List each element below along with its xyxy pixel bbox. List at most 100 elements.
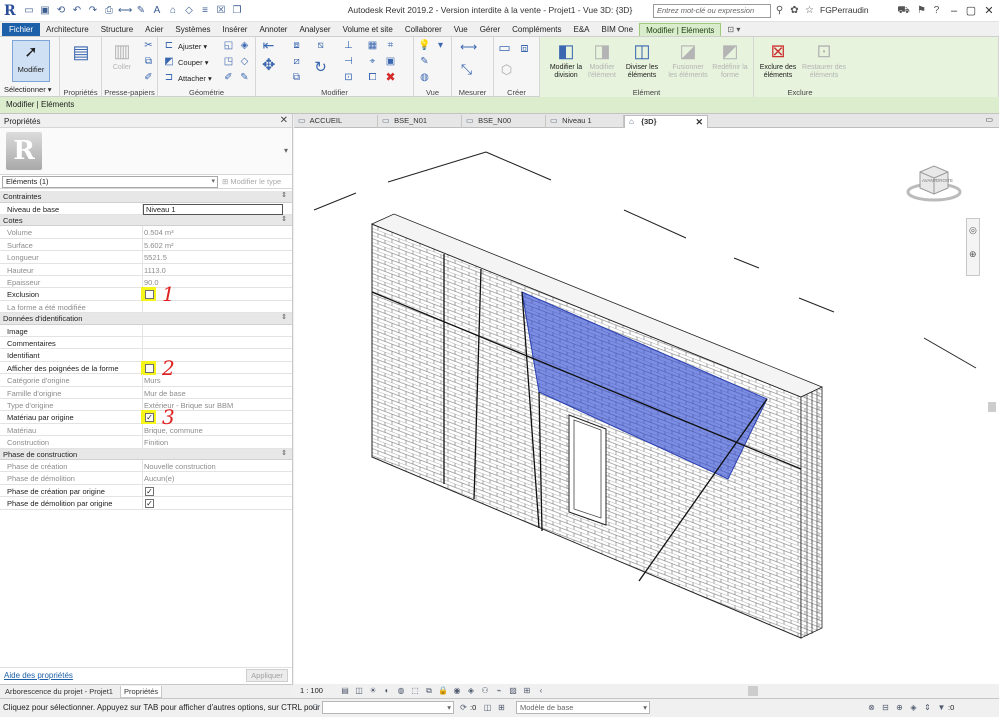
divide-elements-button[interactable]: ◫ Diviser les éléments bbox=[622, 40, 662, 80]
cut-icon[interactable]: ✂ bbox=[142, 39, 155, 52]
drag-icon[interactable]: ⇕ bbox=[922, 702, 933, 714]
select-dropdown[interactable]: Sélectionner ▾ bbox=[4, 85, 52, 94]
property-value-input[interactable]: Niveau 1 bbox=[143, 203, 283, 215]
paint-brush-icon[interactable]: ✎ bbox=[238, 71, 251, 84]
highlight-icon[interactable]: ▨ bbox=[508, 685, 518, 696]
close-icon[interactable]: ✕ bbox=[280, 115, 288, 126]
text-icon[interactable]: A bbox=[150, 3, 164, 19]
match-icon[interactable]: ✐ bbox=[142, 71, 155, 84]
properties-help-link[interactable]: Aide des propriétés bbox=[4, 671, 73, 680]
mirror-draw-icon[interactable]: ⧅ bbox=[314, 39, 327, 52]
tag-icon[interactable]: ✎ bbox=[134, 3, 148, 19]
3d-view-icon[interactable]: ⌂ bbox=[166, 3, 180, 19]
create-similar-icon[interactable]: ⧠ bbox=[366, 71, 379, 84]
graphics-icon[interactable]: ◍ bbox=[418, 71, 431, 84]
temp-hide-icon[interactable]: ◉ bbox=[452, 685, 462, 696]
user-account[interactable]: FGPerraudin bbox=[820, 5, 869, 15]
tab-acier[interactable]: Acier bbox=[139, 23, 169, 36]
collapse-icon[interactable]: ⇕ bbox=[281, 191, 287, 199]
create-assembly-icon[interactable]: ▭ bbox=[498, 41, 511, 54]
apply-button[interactable]: Appliquer bbox=[246, 669, 288, 682]
reset-shape-button[interactable]: ◩ Redéfinir la forme bbox=[710, 40, 750, 80]
reveal-hidden-icon[interactable]: ◈ bbox=[466, 685, 476, 696]
property-checkbox[interactable]: ✓ bbox=[145, 413, 154, 423]
rotate-icon[interactable]: ↻ bbox=[314, 60, 327, 75]
tab-structure[interactable]: Structure bbox=[95, 23, 139, 36]
print-icon[interactable]: ⎙ bbox=[102, 3, 116, 19]
property-group[interactable]: Contraintes ⇕ bbox=[0, 191, 292, 203]
paint-icon[interactable]: ◈ bbox=[238, 39, 251, 52]
maximize-button[interactable]: ▢ bbox=[962, 2, 980, 20]
split-face-icon[interactable]: ◱ bbox=[222, 39, 235, 52]
create-group-icon[interactable]: ⬡ bbox=[500, 63, 513, 76]
tab-bim-one[interactable]: BIM One bbox=[596, 23, 640, 36]
attach-button[interactable]: ⊐ Attacher ▾ bbox=[162, 71, 212, 85]
filter-icon[interactable]: ▼ bbox=[936, 702, 947, 714]
scale-icon[interactable]: ⊡ bbox=[342, 71, 355, 84]
demolish-icon[interactable]: ✐ bbox=[222, 71, 235, 84]
horizontal-scrollbar[interactable] bbox=[748, 686, 758, 696]
tab-properties[interactable]: Propriétés bbox=[120, 686, 163, 698]
tab-fichier[interactable]: Fichier bbox=[2, 23, 41, 36]
revit-logo[interactable]: R bbox=[4, 3, 18, 19]
constraints-icon[interactable]: ⊞ bbox=[522, 685, 532, 696]
copy-element-icon[interactable]: ⧉ bbox=[290, 71, 303, 84]
property-checkbox[interactable] bbox=[145, 363, 154, 373]
collapse-icon[interactable]: ⇕ bbox=[281, 449, 287, 457]
paste-button[interactable]: ▥ Coller bbox=[102, 40, 142, 72]
sync-icon[interactable]: ⟲ bbox=[54, 3, 68, 19]
view-tabs-menu-icon[interactable]: ▭ bbox=[985, 115, 993, 124]
design-option-select[interactable]: Modèle de base ▾ bbox=[516, 701, 650, 714]
join-button[interactable]: ⊏ Ajuster ▾ bbox=[162, 39, 207, 53]
properties-button[interactable]: ▤ bbox=[61, 41, 101, 63]
measure-icon[interactable]: ⟷ bbox=[118, 3, 132, 19]
redo-icon[interactable]: ↷ bbox=[86, 3, 100, 19]
view-tab-bse-n01[interactable]: ▭ BSE_N01 bbox=[378, 115, 462, 128]
scroll-left-icon[interactable]: ‹ bbox=[536, 685, 546, 696]
tab-volume-et-site[interactable]: Volume et site bbox=[337, 23, 399, 36]
search-input[interactable]: Entrez mot-clé ou expression bbox=[653, 4, 771, 18]
analytical-icon[interactable]: ⌁ bbox=[494, 685, 504, 696]
align-icon[interactable]: ⇤ bbox=[262, 38, 275, 52]
subscription-icon[interactable]: ✿ bbox=[788, 4, 801, 18]
tab-complements[interactable]: Compléments bbox=[506, 23, 567, 36]
delete-icon[interactable]: ✖ bbox=[384, 71, 397, 84]
detail-level-icon[interactable]: ▤ bbox=[340, 685, 350, 696]
unpin-icon[interactable]: ⌗ bbox=[384, 39, 397, 52]
undo-icon[interactable]: ↶ bbox=[70, 3, 84, 19]
view-tab-accueil[interactable]: ▭ ACCUEIL bbox=[294, 115, 378, 128]
collapse-icon[interactable]: ⇕ bbox=[281, 215, 287, 223]
view-tab-niveau-1[interactable]: ▭ Niveau 1 bbox=[546, 115, 624, 128]
array-icon[interactable]: ▦ bbox=[366, 39, 379, 52]
shadows-icon[interactable]: ◐ bbox=[382, 685, 392, 696]
trim-icon[interactable]: ⊥ bbox=[342, 39, 355, 52]
group-icon[interactable]: ▣ bbox=[384, 55, 397, 68]
mirror-axis-icon[interactable]: ⧄ bbox=[290, 55, 303, 68]
close-icon[interactable]: ✕ bbox=[695, 116, 703, 128]
tab-ea[interactable]: E&A bbox=[568, 23, 596, 36]
type-selector[interactable]: R ▾ bbox=[0, 128, 292, 175]
property-checkbox[interactable]: ✓ bbox=[145, 486, 154, 496]
offset-icon[interactable]: ⧈ bbox=[290, 39, 303, 52]
steering-wheel-icon[interactable]: ◎ bbox=[969, 225, 977, 236]
minimize-button[interactable]: – bbox=[945, 2, 963, 20]
tab-gerer[interactable]: Gérer bbox=[474, 23, 506, 36]
star-icon[interactable]: ☆ bbox=[803, 4, 816, 18]
close-hidden-icon[interactable]: ☒ bbox=[214, 3, 228, 19]
tab-project-browser[interactable]: Arborescence du projet - Projet1 bbox=[2, 686, 116, 698]
wall-join-icon[interactable]: ◳ bbox=[222, 55, 235, 68]
select-underlay-icon[interactable]: ⊟ bbox=[880, 702, 891, 714]
ribbon-toggle-icon[interactable]: ⊡ ▾ bbox=[721, 23, 746, 36]
select-by-face-icon[interactable]: ◈ bbox=[908, 702, 919, 714]
view-scale[interactable]: 1 : 100 bbox=[300, 686, 323, 695]
drawing-area[interactable]: AVANT DROITE ◎ ⊕ bbox=[294, 128, 999, 684]
select-pinned-icon[interactable]: ⊕ bbox=[894, 702, 905, 714]
property-group[interactable]: Phase de construction ⇕ bbox=[0, 448, 292, 461]
save-icon[interactable]: ▣ bbox=[38, 3, 52, 19]
hide-icon[interactable]: 💡 bbox=[418, 39, 431, 52]
remove-paint-icon[interactable]: ◇ bbox=[238, 55, 251, 68]
select-links-icon[interactable]: ⊗ bbox=[866, 702, 877, 714]
merge-elements-button[interactable]: ◪ Fusionner les éléments bbox=[668, 40, 708, 80]
section-icon[interactable]: ◇ bbox=[182, 3, 196, 19]
tab-analyser[interactable]: Analyser bbox=[293, 23, 336, 36]
